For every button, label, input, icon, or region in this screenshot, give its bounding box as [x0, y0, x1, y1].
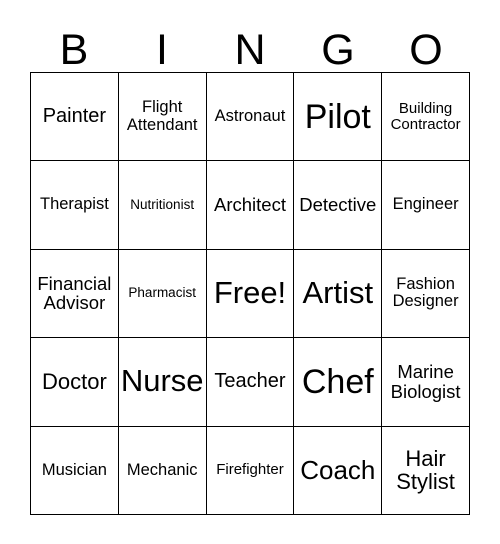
bingo-header-letter-n: N: [234, 26, 266, 74]
bingo-cell-label: Chef: [301, 362, 374, 401]
bingo-cell-label: Detective: [299, 194, 377, 216]
bingo-cell-label: Teacher: [214, 370, 286, 393]
bingo-cell[interactable]: Pharmacist: [118, 249, 207, 339]
bingo-cell-label: Nurse: [120, 363, 204, 399]
bingo-cell-label: Fashion Designer: [392, 275, 459, 311]
bingo-cell[interactable]: Firefighter: [206, 426, 295, 515]
bingo-cell[interactable]: Pilot: [294, 73, 383, 162]
bingo-cell[interactable]: Therapist: [31, 161, 119, 250]
bingo-cell[interactable]: Coach: [294, 426, 383, 515]
bingo-cell-label: Coach: [300, 454, 376, 485]
bingo-cell-label: Musician: [41, 460, 107, 479]
bingo-header: B I N G O: [30, 14, 470, 72]
bingo-header-letter-g: G: [321, 26, 355, 74]
bingo-cell-label: Painter: [42, 105, 107, 128]
bingo-cell-label: Hair Stylist: [396, 445, 455, 495]
bingo-cell[interactable]: Nutritionist: [118, 161, 207, 250]
bingo-cell[interactable]: Chef: [294, 338, 383, 427]
bingo-cell[interactable]: Engineer: [382, 161, 470, 250]
bingo-cell-label: Pilot: [304, 97, 371, 136]
bingo-cell[interactable]: Mechanic: [118, 426, 207, 515]
bingo-cell[interactable]: Fashion Designer: [382, 249, 470, 339]
bingo-cell-label: Free!: [213, 275, 287, 311]
bingo-cell[interactable]: Teacher: [206, 338, 295, 427]
bingo-cell-label: Building Contractor: [390, 99, 461, 133]
bingo-cell[interactable]: Astronaut: [206, 73, 295, 162]
bingo-header-letter-b: B: [59, 26, 89, 74]
bingo-grid: Painter Flight Attendant Astronaut Pilot Bui…: [30, 72, 470, 515]
bingo-cell[interactable]: Doctor: [31, 338, 119, 427]
bingo-cell-label: Architect: [214, 194, 286, 216]
bingo-cell[interactable]: Marine Biologist: [382, 338, 470, 427]
bingo-cell[interactable]: Artist: [294, 249, 383, 339]
bingo-cell[interactable]: Flight Attendant: [118, 73, 207, 162]
bingo-header-letter-i: I: [156, 26, 168, 74]
bingo-cell-label: Therapist: [40, 195, 109, 214]
bingo-cell[interactable]: Painter: [31, 73, 119, 162]
bingo-cell[interactable]: Hair Stylist: [382, 426, 470, 515]
bingo-free-space-cell[interactable]: Free!: [206, 249, 295, 339]
bingo-cell-label: Financial Advisor: [37, 272, 112, 314]
bingo-cell-label: Nutritionist: [130, 196, 195, 212]
bingo-cell[interactable]: Detective: [294, 161, 383, 250]
bingo-cell[interactable]: Musician: [31, 426, 119, 515]
bingo-cell-label: Mechanic: [126, 460, 198, 479]
bingo-card: B I N G O Painter Flight Attendant Astrona…: [0, 0, 500, 544]
bingo-cell-label: Artist: [302, 275, 374, 311]
bingo-cell[interactable]: Financial Advisor: [31, 249, 119, 339]
bingo-cell-label: Engineer: [392, 195, 459, 214]
bingo-cell-label: Pharmacist: [128, 285, 196, 301]
bingo-cell[interactable]: Architect: [206, 161, 295, 250]
bingo-cell-label: Flight Attendant: [126, 98, 198, 134]
bingo-cell-label: Marine Biologist: [390, 361, 461, 402]
bingo-cell-label: Firefighter: [216, 461, 284, 479]
bingo-header-letter-o: O: [409, 26, 443, 74]
bingo-cell[interactable]: Building Contractor: [382, 73, 470, 162]
bingo-cell-label: Doctor: [42, 369, 107, 395]
bingo-cell-label: Astronaut: [214, 106, 286, 125]
bingo-cell[interactable]: Nurse: [118, 338, 207, 427]
